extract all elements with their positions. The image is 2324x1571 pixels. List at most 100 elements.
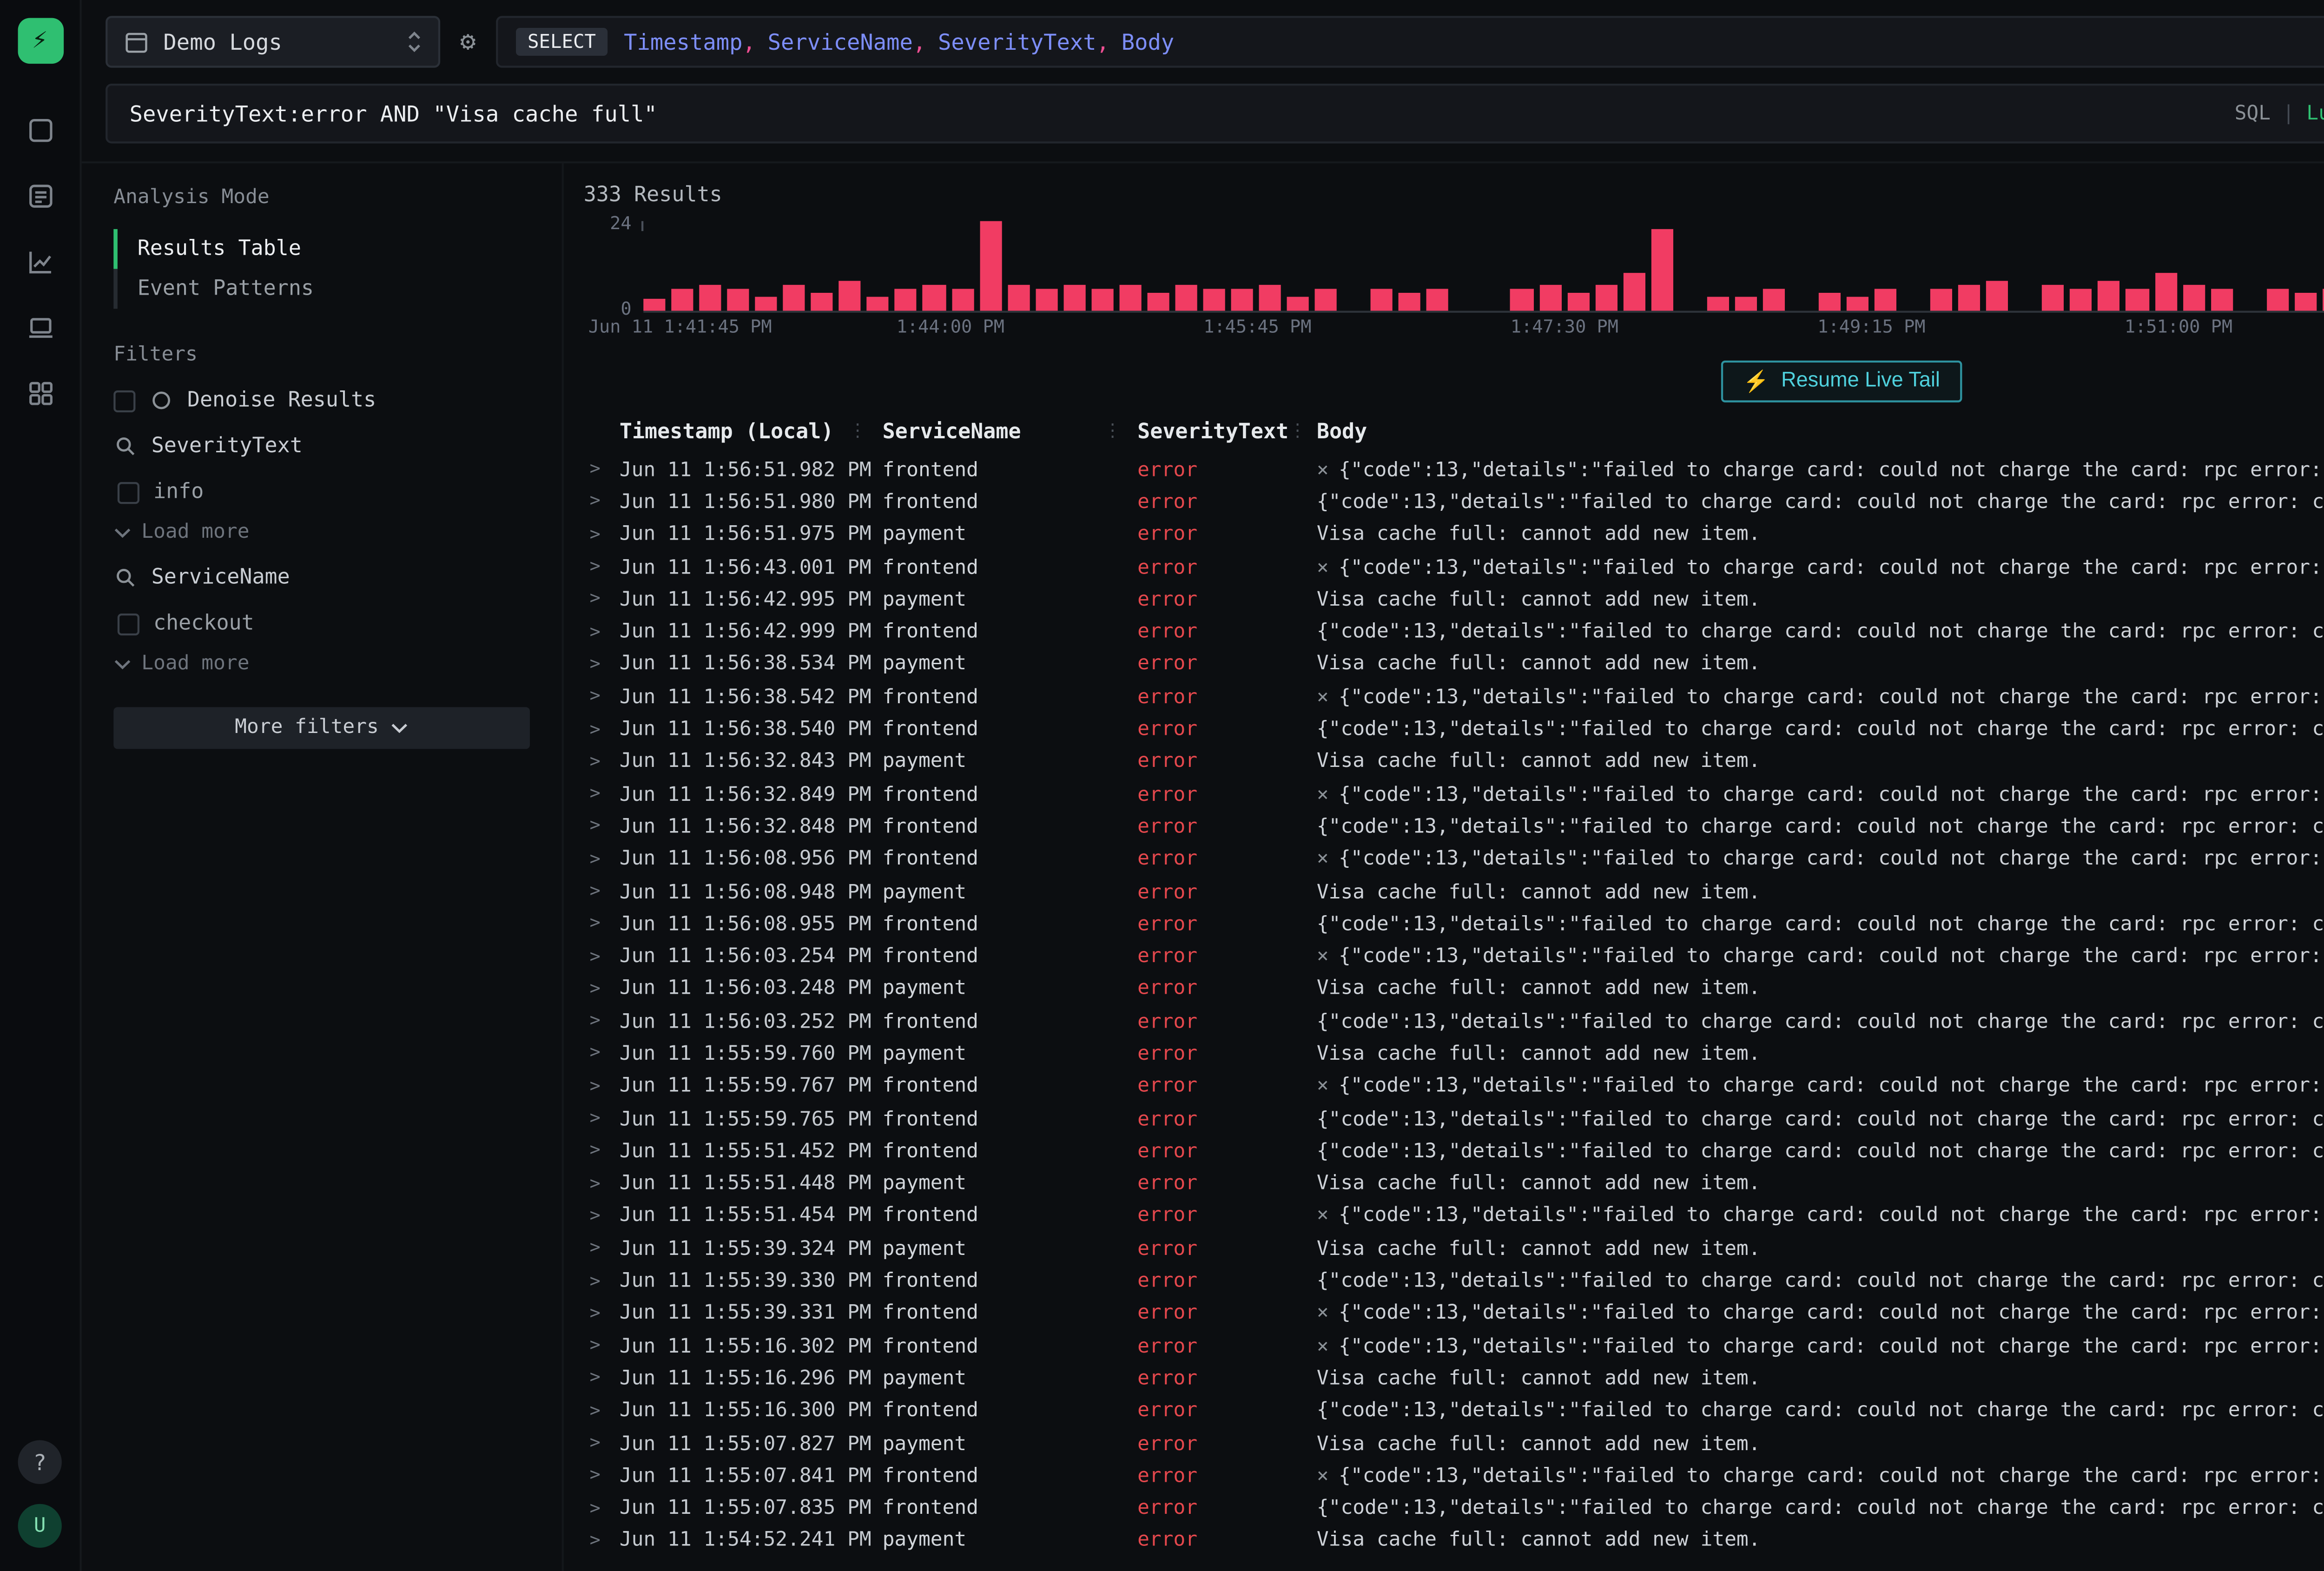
- nav-hosts-icon[interactable]: [25, 313, 55, 343]
- log-row[interactable]: >Jun 11 1:55:07.827 PMpaymenterrorVisa c…: [584, 1428, 2324, 1460]
- mode-lucene[interactable]: Lucene: [2306, 103, 2324, 125]
- log-row[interactable]: >Jun 11 1:55:16.302 PMfrontenderror×{"co…: [584, 1331, 2324, 1363]
- resume-live-tail-button[interactable]: ⚡ Resume Live Tail: [1721, 360, 1962, 402]
- mode-event-patterns[interactable]: Event Patterns: [113, 269, 530, 309]
- log-row[interactable]: >Jun 11 1:56:32.843 PMpaymenterrorVisa c…: [584, 746, 2324, 779]
- row-expand-chevron-icon[interactable]: >: [584, 655, 620, 675]
- row-expand-chevron-icon[interactable]: >: [584, 785, 620, 805]
- log-row[interactable]: >Jun 11 1:55:07.835 PMfrontenderror{"cod…: [584, 1493, 2324, 1525]
- log-row[interactable]: >Jun 11 1:56:43.001 PMfrontenderror×{"co…: [584, 552, 2324, 584]
- col-header-body[interactable]: Body ⋮: [1317, 420, 2324, 444]
- nav-charts-icon[interactable]: [25, 247, 55, 277]
- filter-group-servicename[interactable]: ServiceName: [113, 566, 530, 589]
- mode-sql[interactable]: SQL: [2235, 103, 2271, 125]
- col-header-severitytext[interactable]: SeverityText ⋮: [1137, 420, 1317, 444]
- row-expand-chevron-icon[interactable]: >: [584, 493, 620, 513]
- nav-integrations-icon[interactable]: [25, 378, 55, 408]
- log-row[interactable]: >Jun 11 1:55:51.452 PMfrontenderror{"cod…: [584, 1136, 2324, 1168]
- user-avatar[interactable]: U: [18, 1504, 62, 1548]
- denoise-results-row[interactable]: Denoise Results: [113, 389, 530, 412]
- row-expand-chevron-icon[interactable]: >: [584, 623, 620, 643]
- row-expand-chevron-icon[interactable]: >: [584, 1272, 620, 1292]
- log-row[interactable]: >Jun 11 1:55:39.331 PMfrontenderror×{"co…: [584, 1298, 2324, 1331]
- filter-option-checkout[interactable]: checkout: [118, 612, 530, 635]
- log-source-select[interactable]: Demo Logs: [106, 16, 440, 67]
- row-expand-chevron-icon[interactable]: >: [584, 883, 620, 903]
- row-expand-chevron-icon[interactable]: >: [584, 1142, 620, 1162]
- row-expand-chevron-icon[interactable]: >: [584, 1077, 620, 1097]
- row-expand-chevron-icon[interactable]: >: [584, 1045, 620, 1065]
- log-row[interactable]: >Jun 11 1:55:59.760 PMpaymenterrorVisa c…: [584, 1038, 2324, 1071]
- row-expand-chevron-icon[interactable]: >: [584, 1337, 620, 1357]
- row-expand-chevron-icon[interactable]: >: [584, 461, 620, 481]
- load-more-servicename[interactable]: Load more: [113, 653, 530, 675]
- row-expand-chevron-icon[interactable]: >: [584, 1175, 620, 1195]
- nav-logs-icon[interactable]: [25, 181, 55, 211]
- log-row[interactable]: >Jun 11 1:56:51.980 PMfrontenderror{"cod…: [584, 487, 2324, 519]
- log-row[interactable]: >Jun 11 1:55:51.448 PMpaymenterrorVisa c…: [584, 1168, 2324, 1201]
- row-expand-chevron-icon[interactable]: >: [584, 1531, 620, 1551]
- column-resize-handle-icon[interactable]: ⋮: [1103, 422, 1122, 442]
- log-row[interactable]: >Jun 11 1:56:08.956 PMfrontenderror×{"co…: [584, 844, 2324, 876]
- row-expand-chevron-icon[interactable]: >: [584, 947, 620, 967]
- app-logo[interactable]: ⚡: [17, 18, 63, 64]
- row-expand-chevron-icon[interactable]: >: [584, 1305, 620, 1325]
- select-columns-bar[interactable]: SELECT Timestamp,ServiceName,SeverityTex…: [495, 16, 2324, 67]
- search-input[interactable]: SeverityText:error AND "Visa cache full"…: [106, 84, 2324, 144]
- log-row[interactable]: >Jun 11 1:56:38.540 PMfrontenderror{"cod…: [584, 714, 2324, 746]
- row-expand-chevron-icon[interactable]: >: [584, 1402, 620, 1422]
- row-expand-chevron-icon[interactable]: >: [584, 590, 620, 610]
- log-row[interactable]: >Jun 11 1:56:08.948 PMpaymenterrorVisa c…: [584, 876, 2324, 909]
- column-resize-handle-icon[interactable]: ⋮: [849, 422, 867, 442]
- log-row[interactable]: >Jun 11 1:55:16.300 PMfrontenderror{"cod…: [584, 1396, 2324, 1428]
- row-expand-chevron-icon[interactable]: >: [584, 1467, 620, 1487]
- help-button[interactable]: ?: [18, 1440, 62, 1484]
- log-row[interactable]: >Jun 11 1:56:08.955 PMfrontenderror{"cod…: [584, 909, 2324, 941]
- log-row[interactable]: >Jun 11 1:56:42.999 PMfrontenderror{"cod…: [584, 616, 2324, 649]
- log-row[interactable]: >Jun 11 1:55:59.767 PMfrontenderror×{"co…: [584, 1071, 2324, 1103]
- log-row[interactable]: >Jun 11 1:55:39.324 PMpaymenterrorVisa c…: [584, 1233, 2324, 1266]
- column-resize-handle-icon[interactable]: ⋮: [1288, 422, 1307, 442]
- row-expand-chevron-icon[interactable]: >: [584, 1499, 620, 1519]
- mode-results-table[interactable]: Results Table: [113, 229, 530, 269]
- log-row[interactable]: >Jun 11 1:56:38.534 PMpaymenterrorVisa c…: [584, 649, 2324, 681]
- row-expand-chevron-icon[interactable]: >: [584, 752, 620, 772]
- row-expand-chevron-icon[interactable]: >: [584, 525, 620, 545]
- filter-option-info[interactable]: info: [118, 480, 530, 504]
- row-expand-chevron-icon[interactable]: >: [584, 915, 620, 935]
- log-row[interactable]: >Jun 11 1:56:03.248 PMpaymenterrorVisa c…: [584, 974, 2324, 1006]
- nav-panels-icon[interactable]: [25, 116, 55, 145]
- query-settings-gear-icon[interactable]: ⚙: [460, 29, 476, 55]
- row-expand-chevron-icon[interactable]: >: [584, 1369, 620, 1389]
- row-expand-chevron-icon[interactable]: >: [584, 850, 620, 870]
- row-expand-chevron-icon[interactable]: >: [584, 1240, 620, 1260]
- col-header-servicename[interactable]: ServiceName ⋮: [883, 420, 1138, 444]
- log-row[interactable]: >Jun 11 1:56:38.542 PMfrontenderror×{"co…: [584, 681, 2324, 714]
- log-row[interactable]: >Jun 11 1:56:32.849 PMfrontenderror×{"co…: [584, 779, 2324, 812]
- log-row[interactable]: >Jun 11 1:54:52.241 PMpaymenterrorVisa c…: [584, 1525, 2324, 1558]
- log-row[interactable]: >Jun 11 1:55:39.330 PMfrontenderror{"cod…: [584, 1266, 2324, 1298]
- row-expand-chevron-icon[interactable]: >: [584, 558, 620, 578]
- row-expand-chevron-icon[interactable]: >: [584, 980, 620, 1000]
- col-header-timestamp[interactable]: Timestamp (Local) ⋮: [620, 420, 883, 444]
- log-row[interactable]: >Jun 11 1:56:32.848 PMfrontenderror{"cod…: [584, 811, 2324, 844]
- log-row[interactable]: >Jun 11 1:55:51.454 PMfrontenderror×{"co…: [584, 1201, 2324, 1234]
- row-expand-chevron-icon[interactable]: >: [584, 818, 620, 838]
- log-row[interactable]: >Jun 11 1:55:59.765 PMfrontenderror{"cod…: [584, 1103, 2324, 1136]
- log-row[interactable]: >Jun 11 1:56:03.252 PMfrontenderror{"cod…: [584, 1006, 2324, 1038]
- load-more-severitytext[interactable]: Load more: [113, 522, 530, 544]
- log-row[interactable]: >Jun 11 1:56:51.975 PMpaymenterrorVisa c…: [584, 519, 2324, 552]
- log-row[interactable]: >Jun 11 1:55:07.841 PMfrontenderror×{"co…: [584, 1460, 2324, 1493]
- log-row[interactable]: >Jun 11 1:56:03.254 PMfrontenderror×{"co…: [584, 941, 2324, 974]
- denoise-checkbox[interactable]: [113, 389, 135, 411]
- histogram-plot[interactable]: [643, 221, 2324, 313]
- log-row[interactable]: >Jun 11 1:56:51.982 PMfrontenderror×{"co…: [584, 454, 2324, 487]
- filter-info-checkbox[interactable]: [118, 481, 139, 503]
- row-expand-chevron-icon[interactable]: >: [584, 1012, 620, 1032]
- filter-checkout-checkbox[interactable]: [118, 613, 139, 634]
- row-expand-chevron-icon[interactable]: >: [584, 1207, 620, 1227]
- row-expand-chevron-icon[interactable]: >: [584, 688, 620, 708]
- row-expand-chevron-icon[interactable]: >: [584, 1109, 620, 1129]
- more-filters-button[interactable]: More filters: [113, 707, 530, 749]
- filter-group-severitytext[interactable]: SeverityText: [113, 434, 530, 458]
